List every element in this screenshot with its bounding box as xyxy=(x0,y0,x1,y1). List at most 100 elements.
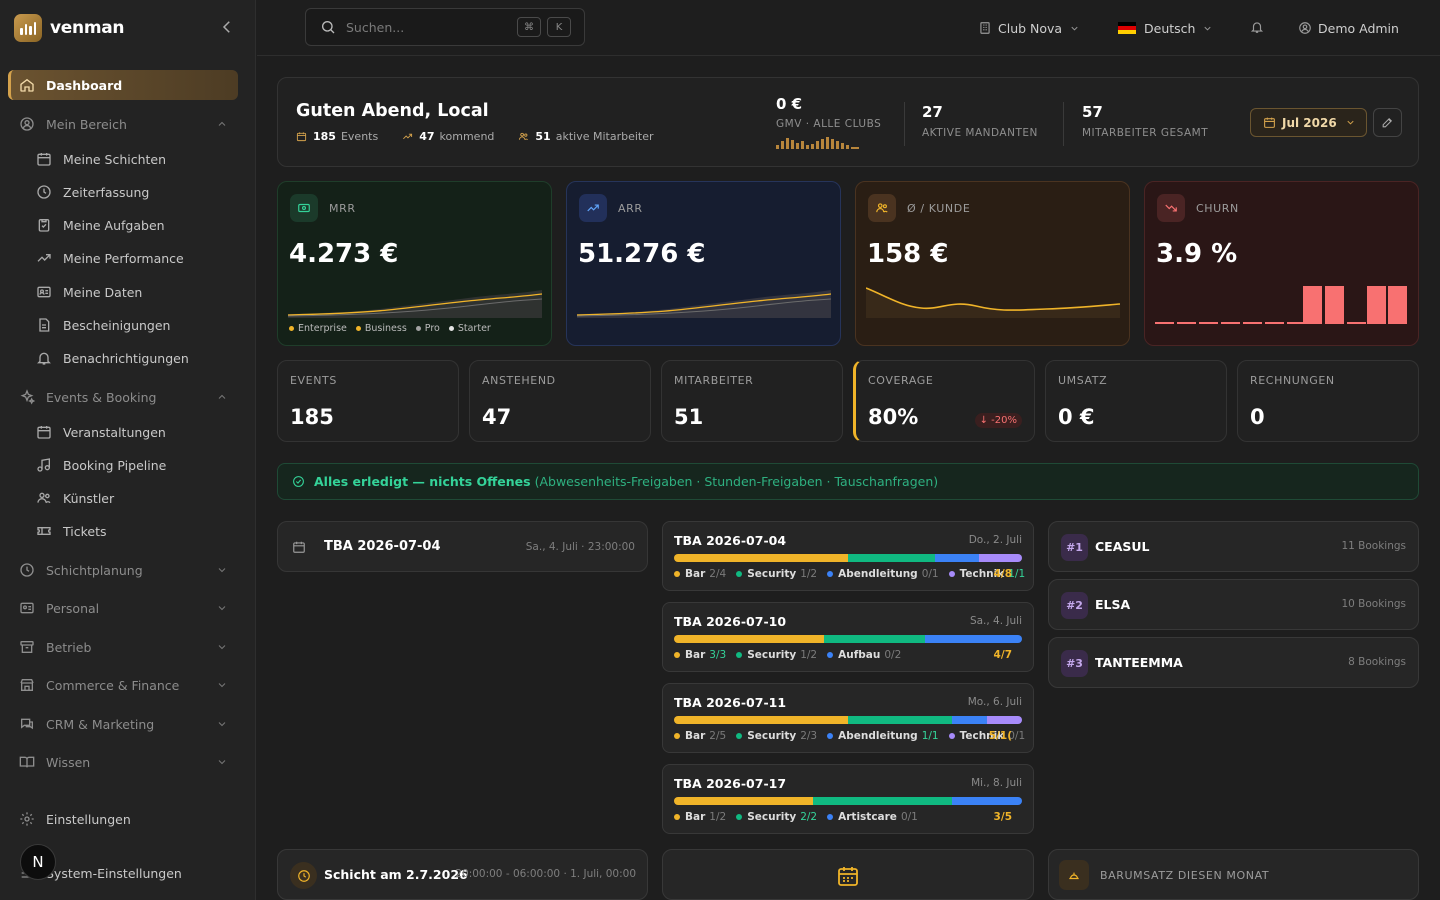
artist-ranking-item[interactable]: #2 ELSA 10 Bookings xyxy=(1048,579,1419,630)
user-circle-icon xyxy=(1299,22,1311,34)
chevron-down-icon xyxy=(218,606,226,611)
sidebar-item-meine-daten[interactable]: Meine Daten xyxy=(8,277,238,307)
event-staffing-card[interactable]: TBA 2026-07-17 Mi., 8. Juli Bar 1/2 Security… xyxy=(662,764,1034,834)
brand[interactable]: venman xyxy=(14,14,125,42)
event-staffing-card[interactable]: TBA 2026-07-10 Sa., 4. Juli Bar 3/3 Security… xyxy=(662,602,1034,672)
progress-segment xyxy=(987,716,1022,724)
sidebar-group-crm-marketing[interactable]: CRM & Marketing xyxy=(8,709,238,739)
calendar-icon xyxy=(37,426,51,439)
sidebar-item-veranstaltungen[interactable]: Veranstaltungen xyxy=(8,417,238,447)
sidebar-group-schichtplanung[interactable]: Schichtplanung xyxy=(8,555,238,585)
divider xyxy=(904,102,905,146)
sidebar-item-kuenstler[interactable]: Künstler xyxy=(8,483,238,513)
language-selector[interactable]: Deutsch xyxy=(1118,18,1213,38)
kpi-arr-card[interactable]: ARR 51.276 € xyxy=(566,181,841,346)
event-date: Mi., 8. Juli xyxy=(971,777,1022,789)
sidebar-item-label: Veranstaltungen xyxy=(63,424,166,440)
calendar-card[interactable] xyxy=(662,849,1034,900)
users-icon xyxy=(519,132,529,141)
event-staffing-card[interactable]: TBA 2026-07-04 Do., 2. Juli Bar 2/4 Security… xyxy=(662,521,1034,591)
churn-value: 3.9 % xyxy=(1156,239,1238,269)
avatar[interactable]: N xyxy=(20,844,56,880)
edit-button[interactable] xyxy=(1373,108,1402,137)
sidebar-group-betrieb[interactable]: Betrieb xyxy=(8,632,238,662)
stat-value: 47 xyxy=(482,405,512,429)
kpi-mrr-card[interactable]: MRR 4.273 € Enterprise Business Pro Star… xyxy=(277,181,552,346)
role-item: Abendleitung 1/1 xyxy=(827,730,939,742)
stat-coverage[interactable]: COVERAGE 80% ↓ -20% xyxy=(853,360,1035,442)
user-menu[interactable]: Demo Admin xyxy=(1298,18,1399,38)
sidebar-item-zeiterfassung[interactable]: Zeiterfassung xyxy=(8,177,238,207)
artist-name: ELSA xyxy=(1095,597,1131,612)
progress-segment xyxy=(674,635,824,643)
stat-umsatz[interactable]: UMSATZ 0 € xyxy=(1045,360,1227,442)
users-icon xyxy=(876,203,888,213)
sidebar-item-bescheinigungen[interactable]: Bescheinigungen xyxy=(8,310,238,340)
stat-events[interactable]: EVENTS 185 xyxy=(277,360,459,442)
sidebar-item-label: Meine Aufgaben xyxy=(63,217,165,233)
sidebar-item-tickets[interactable]: Tickets xyxy=(8,516,238,546)
sidebar-group-mein-bereich[interactable]: Mein Bereich xyxy=(8,109,238,139)
stat-mitarbeiter[interactable]: MITARBEITER 51 xyxy=(661,360,843,442)
collapse-sidebar-icon[interactable] xyxy=(218,17,236,37)
kbd-cmd: ⌘ xyxy=(517,17,541,37)
kpi-kunde-card[interactable]: Ø / KUNDE 158 € xyxy=(855,181,1130,346)
barumsatz-card[interactable]: BARUMSATZ DIESEN MONAT xyxy=(1048,849,1419,900)
search-box[interactable]: ⌘ K xyxy=(305,8,585,46)
progress-segment xyxy=(978,554,1022,562)
role-item: Abendleitung 0/1 xyxy=(827,568,939,580)
month-picker-button[interactable]: Jul 2026 xyxy=(1250,108,1367,137)
kpi-churn-card[interactable]: CHURN 3.9 % xyxy=(1144,181,1419,346)
sidebar-item-dashboard[interactable]: Dashboard xyxy=(8,70,238,100)
role-name: Aufbau xyxy=(838,649,881,661)
brand-name: venman xyxy=(50,18,125,38)
upcoming-event-card[interactable]: TBA 2026-07-04 Sa., 4. Juli · 23:00:00 xyxy=(277,521,648,572)
shift-card[interactable]: Schicht am 2.7.2026 20:00:00 - 06:00:00 … xyxy=(277,849,648,900)
stat-label: ANSTEHEND xyxy=(482,374,556,387)
sidebar-group-events-booking[interactable]: Events & Booking xyxy=(8,382,238,412)
all-done-banner: Alles erledigt — nichts Offenes (Abwesen… xyxy=(277,463,1419,500)
role-dot xyxy=(736,733,743,739)
sidebar-group-commerce-finance[interactable]: Commerce & Finance xyxy=(8,670,238,700)
search-input[interactable] xyxy=(346,19,506,35)
stat-rechnungen[interactable]: RECHNUNGEN 0 xyxy=(1237,360,1419,442)
clock-icon xyxy=(20,563,34,577)
role-item: Bar 2/5 xyxy=(674,730,726,742)
topbar: ⌘ K Club Nova Deutsch Demo Admin xyxy=(257,0,1440,56)
gmv-label: GMV · ALLE CLUBS xyxy=(776,118,882,130)
mitarbeiter-label: aktive Mitarbeiter xyxy=(555,130,654,143)
stat-anstehend[interactable]: ANSTEHEND 47 xyxy=(469,360,651,442)
role-list: Bar 1/2 Security 2/2 Artistcare 0/1 3/5 xyxy=(674,811,1022,823)
sidebar-item-meine-schichten[interactable]: Meine Schichten xyxy=(8,144,238,174)
rank-badge: #1 xyxy=(1061,534,1088,561)
role-list: Bar 3/3 Security 1/2 Aufbau 0/2 4/7 xyxy=(674,649,1022,661)
trending-down-icon xyxy=(1165,204,1177,212)
club-selector[interactable]: Club Nova xyxy=(978,18,1080,38)
role-dot xyxy=(827,733,834,739)
progress-segment xyxy=(952,716,988,724)
bell-cloche-icon xyxy=(1069,872,1079,880)
upcoming-event-date: Sa., 4. Juli · 23:00:00 xyxy=(525,540,635,553)
sidebar-group-label: Commerce & Finance xyxy=(46,677,180,693)
role-item: Bar 1/2 xyxy=(674,811,726,823)
staffing-progress-bar xyxy=(674,797,1022,805)
sidebar-item-benachrichtigungen[interactable]: Benachrichtigungen xyxy=(8,343,238,373)
sidebar-item-einstellungen[interactable]: Einstellungen xyxy=(8,804,238,834)
artist-ranking-item[interactable]: #3 TANTEEMMA 8 Bookings xyxy=(1048,637,1419,688)
role-count: 2/4 xyxy=(709,568,727,580)
event-staffing-card[interactable]: TBA 2026-07-11 Mo., 6. Juli Bar 2/5 Security… xyxy=(662,683,1034,753)
stat-label: RECHNUNGEN xyxy=(1250,374,1335,387)
role-dot xyxy=(948,571,955,577)
sidebar-group-wissen[interactable]: Wissen xyxy=(8,747,238,777)
sidebar-item-meine-performance[interactable]: Meine Performance xyxy=(8,243,238,273)
sidebar-item-label: Meine Performance xyxy=(63,250,184,266)
artist-ranking-item[interactable]: #1 CEASUL 11 Bookings xyxy=(1048,521,1419,572)
role-count: 0/2 xyxy=(884,649,902,661)
sidebar-item-booking-pipeline[interactable]: Booking Pipeline xyxy=(8,450,238,480)
role-dot xyxy=(674,571,680,577)
sidebar-item-meine-aufgaben[interactable]: Meine Aufgaben xyxy=(8,210,238,240)
bell-icon[interactable] xyxy=(1250,20,1264,34)
mrr-badge xyxy=(290,194,318,222)
staffing-total: 4/8 xyxy=(993,568,1012,580)
sidebar-group-personal[interactable]: Personal xyxy=(8,593,238,623)
